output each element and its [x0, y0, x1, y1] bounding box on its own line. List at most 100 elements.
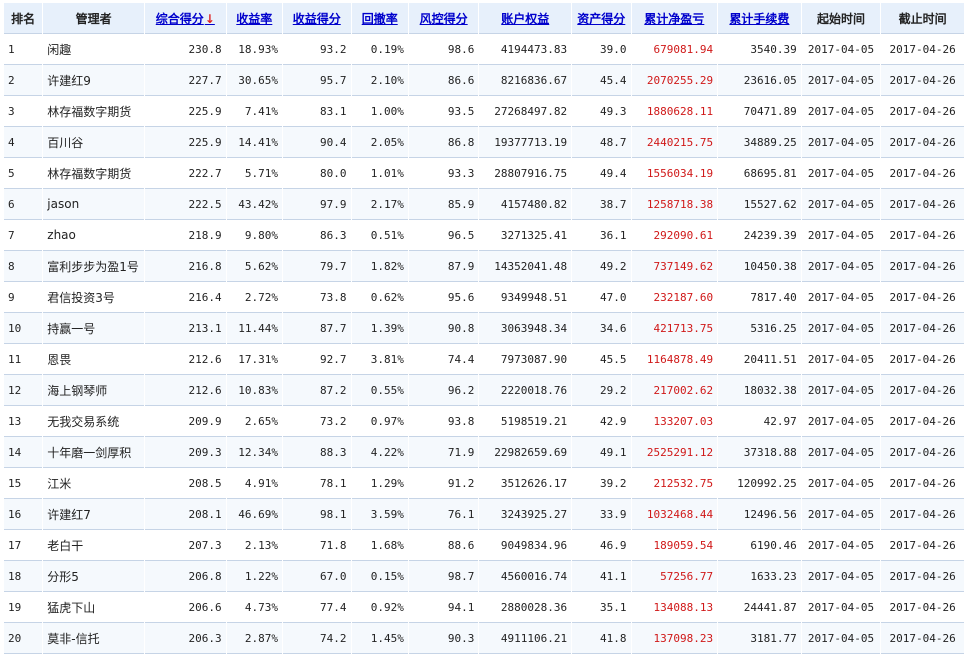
- header-total-score[interactable]: 综合得分↓: [145, 3, 226, 34]
- cell-drawdown: 2.10%: [351, 65, 408, 96]
- cell-manager: 江米: [43, 468, 145, 499]
- cell-asset-score: 29.2: [572, 375, 631, 406]
- table-body: 1 闲趣 230.8 18.93% 93.2 0.19% 98.6 4194473.83 39.…: [4, 34, 964, 654]
- cell-asset-score: 49.2: [572, 251, 631, 282]
- header-risk-score-label: 风控得分: [419, 11, 468, 26]
- header-fees[interactable]: 累计手续费: [718, 3, 801, 34]
- cell-rank: 9: [4, 282, 43, 313]
- cell-asset-score: 49.1: [572, 437, 631, 468]
- cell-start-time: 2017-04-05: [801, 344, 881, 375]
- cell-net-pnl: 1164878.49: [631, 344, 718, 375]
- header-return-rate-label: 收益率: [236, 11, 273, 26]
- cell-manager: 恩畏: [43, 344, 145, 375]
- cell-return-score: 73.8: [283, 282, 351, 313]
- cell-manager: 百川谷: [43, 127, 145, 158]
- cell-return-score: 79.7: [283, 251, 351, 282]
- cell-start-time: 2017-04-05: [801, 127, 881, 158]
- cell-equity: 8216836.67: [479, 65, 572, 96]
- header-equity[interactable]: 账户权益: [479, 3, 572, 34]
- table-row: 2 许建红9 227.7 30.65% 95.7 2.10% 86.6 8216836.67 4…: [4, 65, 964, 96]
- cell-net-pnl: 1556034.19: [631, 158, 718, 189]
- cell-drawdown: 0.55%: [351, 375, 408, 406]
- cell-end-time: 2017-04-26: [881, 530, 964, 561]
- cell-rank: 18: [4, 561, 43, 592]
- cell-drawdown: 1.00%: [351, 96, 408, 127]
- header-manager: 管理者: [43, 3, 145, 34]
- header-asset-score[interactable]: 资产得分: [572, 3, 631, 34]
- cell-drawdown: 0.92%: [351, 592, 408, 623]
- cell-asset-score: 36.1: [572, 220, 631, 251]
- cell-rank: 17: [4, 530, 43, 561]
- cell-asset-score: 45.5: [572, 344, 631, 375]
- table-row: 4 百川谷 225.9 14.41% 90.4 2.05% 86.8 19377713.19 4…: [4, 127, 964, 158]
- cell-risk-score: 93.3: [408, 158, 479, 189]
- cell-total-score: 225.9: [145, 127, 226, 158]
- cell-manager: 林存福数字期货: [43, 96, 145, 127]
- cell-net-pnl: 1258718.38: [631, 189, 718, 220]
- table-row: 10 持赢一号 213.1 11.44% 87.7 1.39% 90.8 3063948.34…: [4, 313, 964, 344]
- header-equity-label: 账户权益: [501, 11, 550, 26]
- cell-end-time: 2017-04-26: [881, 189, 964, 220]
- cell-manager: 林存福数字期货: [43, 158, 145, 189]
- cell-equity: 3512626.17: [479, 468, 572, 499]
- cell-start-time: 2017-04-05: [801, 375, 881, 406]
- cell-equity: 4194473.83: [479, 34, 572, 65]
- cell-start-time: 2017-04-05: [801, 189, 881, 220]
- cell-asset-score: 45.4: [572, 65, 631, 96]
- header-risk-score[interactable]: 风控得分: [408, 3, 479, 34]
- cell-return-rate: 18.93%: [226, 34, 283, 65]
- cell-equity: 7973087.90: [479, 344, 572, 375]
- cell-equity: 4560016.74: [479, 561, 572, 592]
- header-return-rate[interactable]: 收益率: [226, 3, 283, 34]
- cell-risk-score: 93.8: [408, 406, 479, 437]
- cell-fees: 15527.62: [718, 189, 801, 220]
- cell-return-rate: 43.42%: [226, 189, 283, 220]
- cell-equity: 2220018.76: [479, 375, 572, 406]
- cell-rank: 7: [4, 220, 43, 251]
- cell-start-time: 2017-04-05: [801, 406, 881, 437]
- header-asset-score-label: 资产得分: [577, 11, 626, 26]
- cell-total-score: 212.6: [145, 344, 226, 375]
- cell-manager: zhao: [43, 220, 145, 251]
- cell-asset-score: 49.3: [572, 96, 631, 127]
- header-net-pnl-label: 累计净盈亏: [644, 11, 705, 26]
- header-net-pnl[interactable]: 累计净盈亏: [631, 3, 718, 34]
- cell-return-rate: 46.69%: [226, 499, 283, 530]
- cell-rank: 6: [4, 189, 43, 220]
- cell-rank: 12: [4, 375, 43, 406]
- cell-total-score: 213.1: [145, 313, 226, 344]
- cell-total-score: 227.7: [145, 65, 226, 96]
- cell-fees: 24239.39: [718, 220, 801, 251]
- cell-fees: 6190.46: [718, 530, 801, 561]
- cell-end-time: 2017-04-26: [881, 592, 964, 623]
- cell-net-pnl: 1032468.44: [631, 499, 718, 530]
- header-drawdown[interactable]: 回撤率: [351, 3, 408, 34]
- cell-asset-score: 46.9: [572, 530, 631, 561]
- cell-end-time: 2017-04-26: [881, 34, 964, 65]
- cell-asset-score: 47.0: [572, 282, 631, 313]
- cell-return-rate: 2.13%: [226, 530, 283, 561]
- cell-total-score: 209.9: [145, 406, 226, 437]
- ranking-table: 排名 管理者 综合得分↓ 收益率 收益得分 回撤率 风控得分 账户权益 资产得分 累计净盈亏 累计手…: [3, 3, 965, 654]
- cell-equity: 9349948.51: [479, 282, 572, 313]
- cell-asset-score: 39.2: [572, 468, 631, 499]
- cell-drawdown: 4.22%: [351, 437, 408, 468]
- cell-drawdown: 2.05%: [351, 127, 408, 158]
- cell-return-score: 73.2: [283, 406, 351, 437]
- cell-return-rate: 2.87%: [226, 623, 283, 654]
- cell-risk-score: 98.6: [408, 34, 479, 65]
- cell-drawdown: 0.19%: [351, 34, 408, 65]
- table-row: 19 猛虎下山 206.6 4.73% 77.4 0.92% 94.1 2880028.36 3…: [4, 592, 964, 623]
- cell-drawdown: 2.17%: [351, 189, 408, 220]
- cell-net-pnl: 1880628.11: [631, 96, 718, 127]
- cell-equity: 9049834.96: [479, 530, 572, 561]
- cell-net-pnl: 292090.61: [631, 220, 718, 251]
- cell-equity: 2880028.36: [479, 592, 572, 623]
- table-row: 3 林存福数字期货 225.9 7.41% 83.1 1.00% 93.5 27268497.…: [4, 96, 964, 127]
- cell-net-pnl: 737149.62: [631, 251, 718, 282]
- header-return-score[interactable]: 收益得分: [283, 3, 351, 34]
- cell-start-time: 2017-04-05: [801, 499, 881, 530]
- cell-risk-score: 85.9: [408, 189, 479, 220]
- header-start-time-label: 起始时间: [817, 11, 866, 26]
- cell-start-time: 2017-04-05: [801, 220, 881, 251]
